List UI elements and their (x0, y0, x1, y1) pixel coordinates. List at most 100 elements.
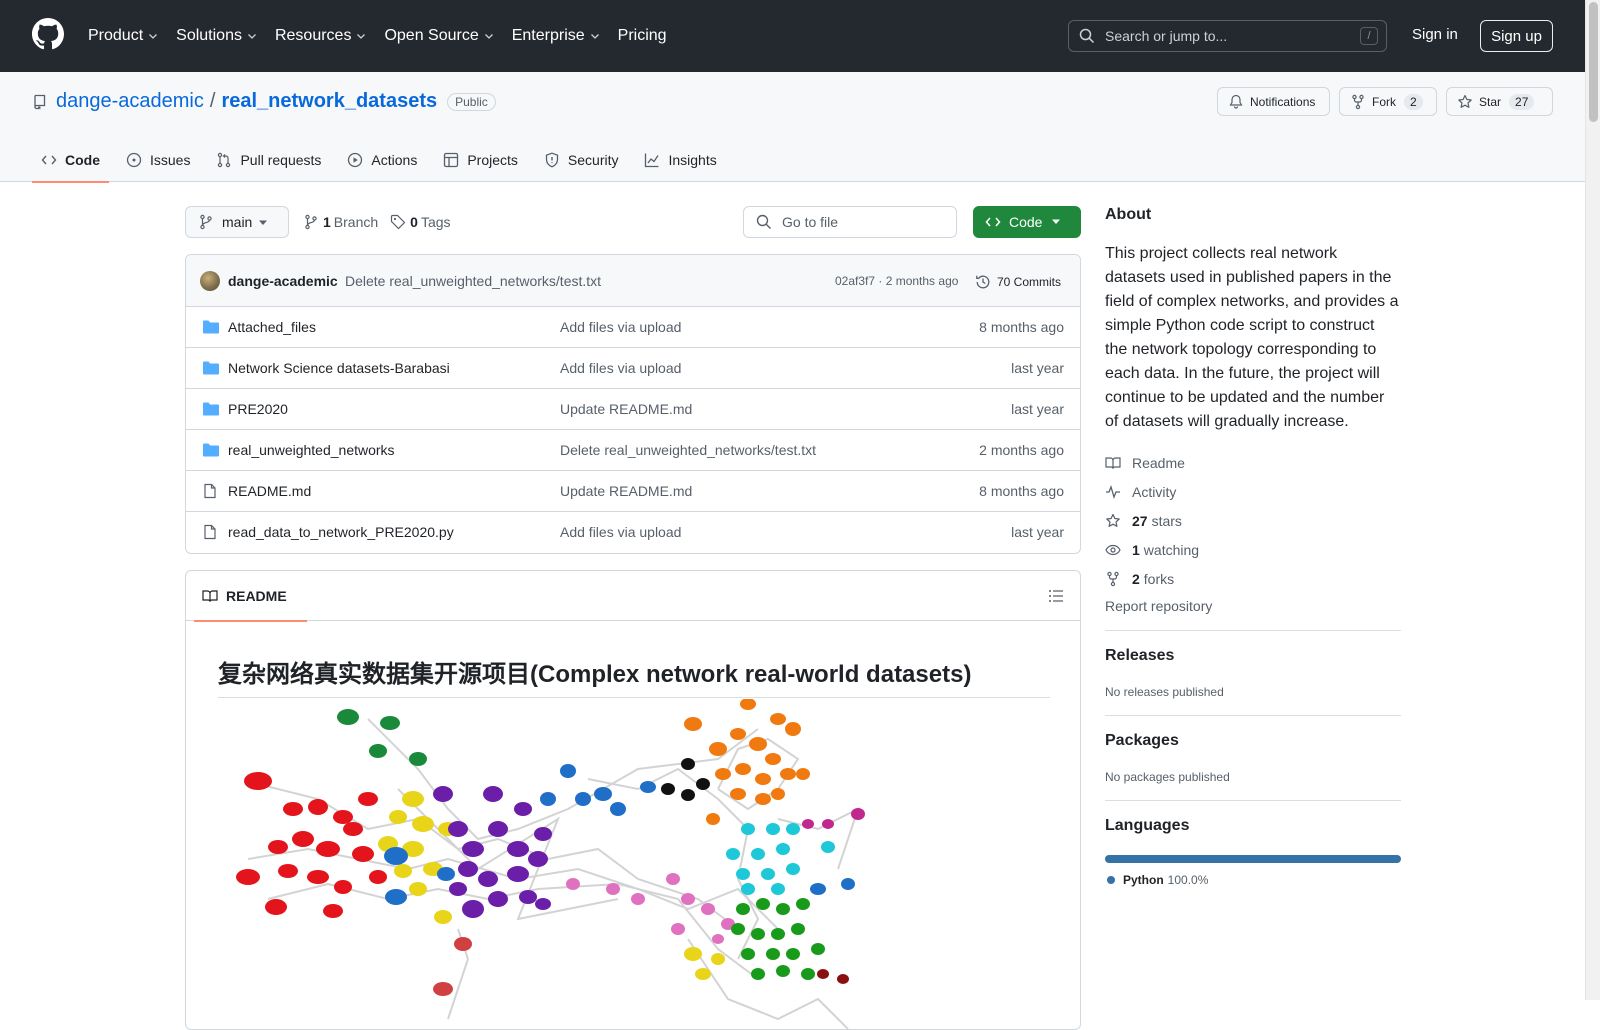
issue-icon (126, 152, 142, 168)
language-item[interactable]: Python 100.0% (1105, 873, 1401, 887)
language-color-dot (1107, 876, 1115, 884)
file-commit-message[interactable]: Add files via upload (560, 319, 681, 335)
divider (1105, 630, 1401, 631)
global-search-input[interactable]: Search or jump to... / (1068, 20, 1387, 52)
caret-down-icon (1052, 219, 1060, 224)
branch-icon (200, 214, 212, 230)
nav-open-source[interactable]: Open Source (384, 27, 493, 45)
fork-count: 2 (1404, 93, 1423, 110)
sign-up-button[interactable]: Sign up (1480, 20, 1553, 52)
file-name-link[interactable]: PRE2020 (228, 401, 288, 417)
divider (1105, 800, 1401, 801)
tag-count: 0 (410, 214, 418, 230)
repo-owner-link[interactable]: dange-academic (56, 90, 204, 113)
activity-link[interactable]: Activity (1105, 477, 1401, 506)
commits-link[interactable]: 70 Commits (975, 274, 1061, 290)
file-commit-message[interactable]: Delete real_unweighted_networks/test.txt (560, 442, 816, 458)
page-scrollbar[interactable] (1585, 0, 1600, 1000)
github-logo-icon[interactable] (32, 18, 64, 50)
tab-actions[interactable]: Actions (338, 138, 426, 182)
eye-icon (1105, 544, 1121, 555)
file-name-link[interactable]: read_data_to_network_PRE2020.py (228, 524, 454, 540)
branch-select-button[interactable]: main (185, 206, 289, 238)
nav-product[interactable]: Product (88, 27, 158, 45)
notifications-button[interactable]: Notifications (1217, 87, 1330, 116)
nav-solutions[interactable]: Solutions (176, 27, 257, 45)
search-shortcut-key: / (1360, 27, 1378, 45)
sign-in-link[interactable]: Sign in (1412, 26, 1458, 43)
file-name-link[interactable]: README.md (228, 483, 311, 499)
file-name-link[interactable]: Attached_files (228, 319, 316, 335)
star-button[interactable]: Star 27 (1446, 87, 1553, 116)
branch-icon (305, 214, 317, 230)
file-commit-message[interactable]: Add files via upload (560, 360, 681, 376)
tab-projects[interactable]: Projects (434, 138, 527, 182)
file-commit-message[interactable]: Update README.md (560, 483, 692, 499)
scrollbar-thumb[interactable] (1589, 2, 1598, 122)
activity-link-label: Activity (1132, 483, 1177, 500)
tag-icon (391, 214, 406, 230)
file-commit-message[interactable]: Update README.md (560, 401, 692, 417)
go-to-file-input[interactable]: Go to file (743, 206, 957, 238)
forks-label: forks (1143, 570, 1175, 587)
top-nav: Product Solutions Resources Open Source … (88, 0, 685, 72)
nav-pricing[interactable]: Pricing (618, 27, 667, 45)
tab-pull-requests[interactable]: Pull requests (207, 138, 330, 182)
chevron-down-icon (357, 34, 366, 39)
tab-insights[interactable]: Insights (635, 138, 725, 182)
repo-name-link[interactable]: real_network_datasets (221, 90, 437, 113)
list-outline-icon[interactable] (1048, 588, 1064, 604)
pull-request-icon (218, 152, 231, 168)
report-repository-link[interactable]: Report repository (1105, 598, 1401, 614)
nav-enterprise[interactable]: Enterprise (512, 27, 600, 45)
branch-label: Branch (333, 214, 379, 230)
packages-heading[interactable]: Packages (1105, 732, 1401, 750)
watching-link[interactable]: 1 watching (1105, 535, 1401, 564)
commit-meta[interactable]: 02af3f7 · 2 months ago (835, 274, 958, 288)
tab-issues-label: Issues (150, 152, 191, 168)
repo-actions: Notifications Fork 2 Star 27 (1208, 87, 1553, 116)
file-icon (204, 483, 216, 499)
book-icon (202, 590, 218, 602)
graph-icon (645, 153, 660, 168)
nav-resources[interactable]: Resources (275, 27, 366, 45)
releases-heading[interactable]: Releases (1105, 647, 1401, 665)
chevron-down-icon (484, 34, 493, 39)
file-commit-message[interactable]: Add files via upload (560, 524, 681, 540)
tab-code[interactable]: Code (32, 138, 109, 183)
file-date: 8 months ago (979, 319, 1064, 335)
go-to-file-placeholder: Go to file (782, 214, 839, 230)
watching-count: 1 (1132, 541, 1140, 558)
readme-tab[interactable]: README (194, 571, 307, 622)
notifications-label: Notifications (1250, 94, 1316, 109)
star-count: 27 (1509, 93, 1535, 110)
file-date: last year (1011, 360, 1064, 376)
repo-tabs: Code Issues Pull requests Actions Projec… (32, 138, 734, 183)
commit-message-link[interactable]: Delete real_unweighted_networks/test.txt (345, 273, 601, 289)
code-dropdown-button[interactable]: Code (973, 206, 1081, 238)
fork-button[interactable]: Fork 2 (1339, 87, 1437, 116)
search-icon (1079, 28, 1095, 44)
fork-icon (1352, 94, 1364, 109)
commit-author-link[interactable]: dange-academic (228, 273, 338, 289)
stars-link[interactable]: 27 stars (1105, 506, 1401, 535)
watching-label: watching (1143, 541, 1200, 558)
branches-link[interactable]: 1 Branch (303, 214, 378, 230)
tab-security[interactable]: Security (535, 138, 628, 182)
tab-pull-requests-label: Pull requests (240, 152, 322, 168)
forks-link[interactable]: 2 forks (1105, 564, 1401, 593)
table-row: real_unweighted_networks Delete real_unw… (186, 430, 1080, 471)
file-date: 8 months ago (979, 483, 1064, 499)
table-row: README.md Update README.md 8 months ago (186, 471, 1080, 512)
tab-issues[interactable]: Issues (117, 138, 199, 182)
readme-panel: README 复杂网络真实数据集开源项目(Complex network rea… (185, 570, 1081, 1030)
network-graph-image (236, 699, 865, 1029)
file-name-link[interactable]: Network Science datasets-Barabasi (228, 360, 450, 376)
stars-count: 27 (1132, 512, 1148, 529)
readme-link[interactable]: Readme (1105, 448, 1401, 477)
avatar[interactable] (200, 271, 220, 291)
about-heading: About (1105, 206, 1152, 223)
packages-empty: No packages published (1105, 770, 1230, 784)
file-name-link[interactable]: real_unweighted_networks (228, 442, 395, 458)
tags-link[interactable]: 0 Tags (390, 214, 451, 230)
